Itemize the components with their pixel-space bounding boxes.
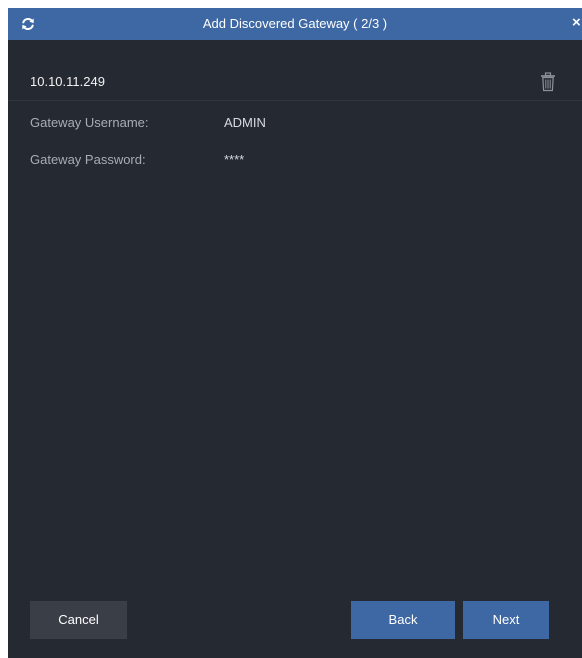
close-icon[interactable]: ×: [572, 16, 582, 32]
add-gateway-dialog: Add Discovered Gateway ( 2/3 ) × 10.10.1…: [8, 8, 582, 658]
dialog-titlebar: Add Discovered Gateway ( 2/3 ) ×: [8, 8, 582, 40]
next-button[interactable]: Next: [463, 601, 549, 639]
password-label: Gateway Password:: [30, 152, 146, 167]
username-value: ADMIN: [224, 115, 266, 130]
dialog-title: Add Discovered Gateway ( 2/3 ): [202, 16, 388, 31]
username-label: Gateway Username:: [30, 115, 149, 130]
gateway-list-item: 10.10.11.249: [8, 64, 582, 101]
back-button[interactable]: Back: [351, 601, 455, 639]
trash-icon[interactable]: [540, 72, 556, 92]
password-value: ****: [224, 152, 245, 167]
cancel-button[interactable]: Cancel: [30, 601, 127, 639]
gateway-ip: 10.10.11.249: [30, 74, 105, 89]
